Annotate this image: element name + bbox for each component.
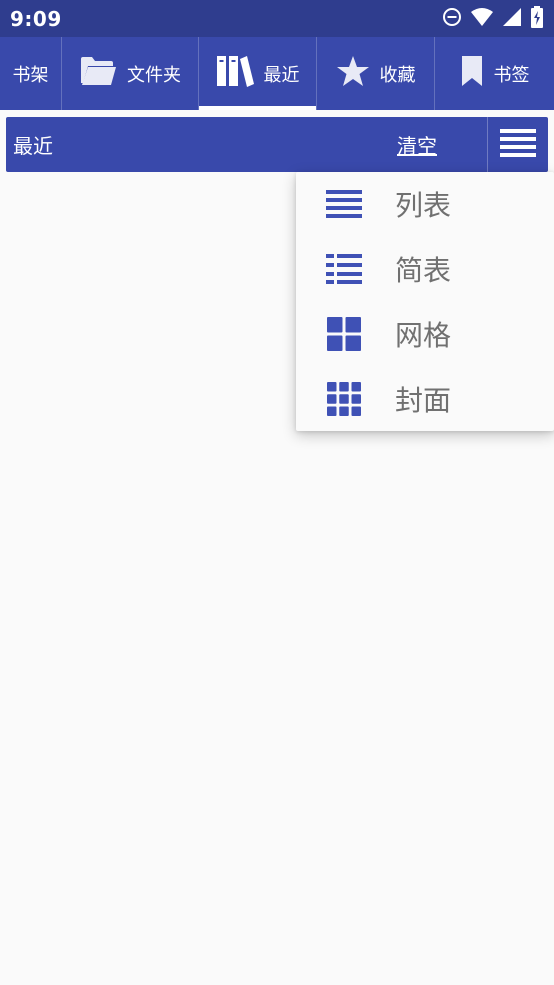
- tab-label: 收藏: [379, 64, 416, 86]
- tab-label: 书架: [12, 64, 49, 86]
- grid-view-icon: [326, 316, 362, 352]
- tab-label: 最近: [263, 64, 300, 86]
- toolbar-title: 最近: [13, 134, 53, 158]
- compact-list-icon: [326, 251, 362, 287]
- tab-favorites[interactable]: 收藏: [317, 37, 435, 110]
- menu-item-label: 封面: [395, 383, 452, 417]
- bookmark-icon: [460, 55, 484, 92]
- battery-charging-icon: [530, 5, 544, 32]
- hamburger-menu-icon: [500, 128, 536, 162]
- menu-item-label: 列表: [395, 189, 452, 223]
- wifi-icon: [470, 7, 494, 31]
- list-view-icon: [326, 186, 362, 222]
- tab-label: 文件夹: [127, 64, 181, 86]
- menu-item-grid[interactable]: 网格: [296, 302, 554, 367]
- folder-icon: [79, 55, 117, 92]
- recent-toolbar: 最近 清空: [6, 117, 548, 172]
- menu-item-label: 网格: [395, 318, 452, 352]
- view-menu-button[interactable]: [487, 117, 548, 172]
- menu-item-cover[interactable]: 封面: [296, 366, 554, 431]
- tab-bookmarks[interactable]: 书签: [435, 37, 554, 110]
- view-mode-menu: 列表 简表 网格 封面: [296, 172, 554, 431]
- tab-recent[interactable]: 最近: [199, 37, 317, 110]
- menu-item-label: 简表: [395, 254, 452, 288]
- do-not-disturb-icon: [442, 7, 462, 31]
- clear-button[interactable]: 清空: [397, 130, 437, 159]
- star-icon: [336, 55, 370, 92]
- tab-bookshelf[interactable]: 书架: [0, 37, 62, 110]
- status-time: 9:09: [10, 6, 62, 31]
- menu-item-compact-list[interactable]: 简表: [296, 237, 554, 302]
- tab-bar: 书架 文件夹 最近 收藏 书签: [0, 37, 554, 110]
- tab-label: 书签: [493, 64, 530, 86]
- status-bar: 9:09: [0, 0, 554, 37]
- menu-item-list[interactable]: 列表: [296, 172, 554, 237]
- signal-icon: [502, 7, 522, 31]
- books-icon: [216, 54, 254, 93]
- cover-grid-icon: [326, 381, 362, 417]
- status-icons: [442, 5, 544, 32]
- tab-folder[interactable]: 文件夹: [62, 37, 199, 110]
